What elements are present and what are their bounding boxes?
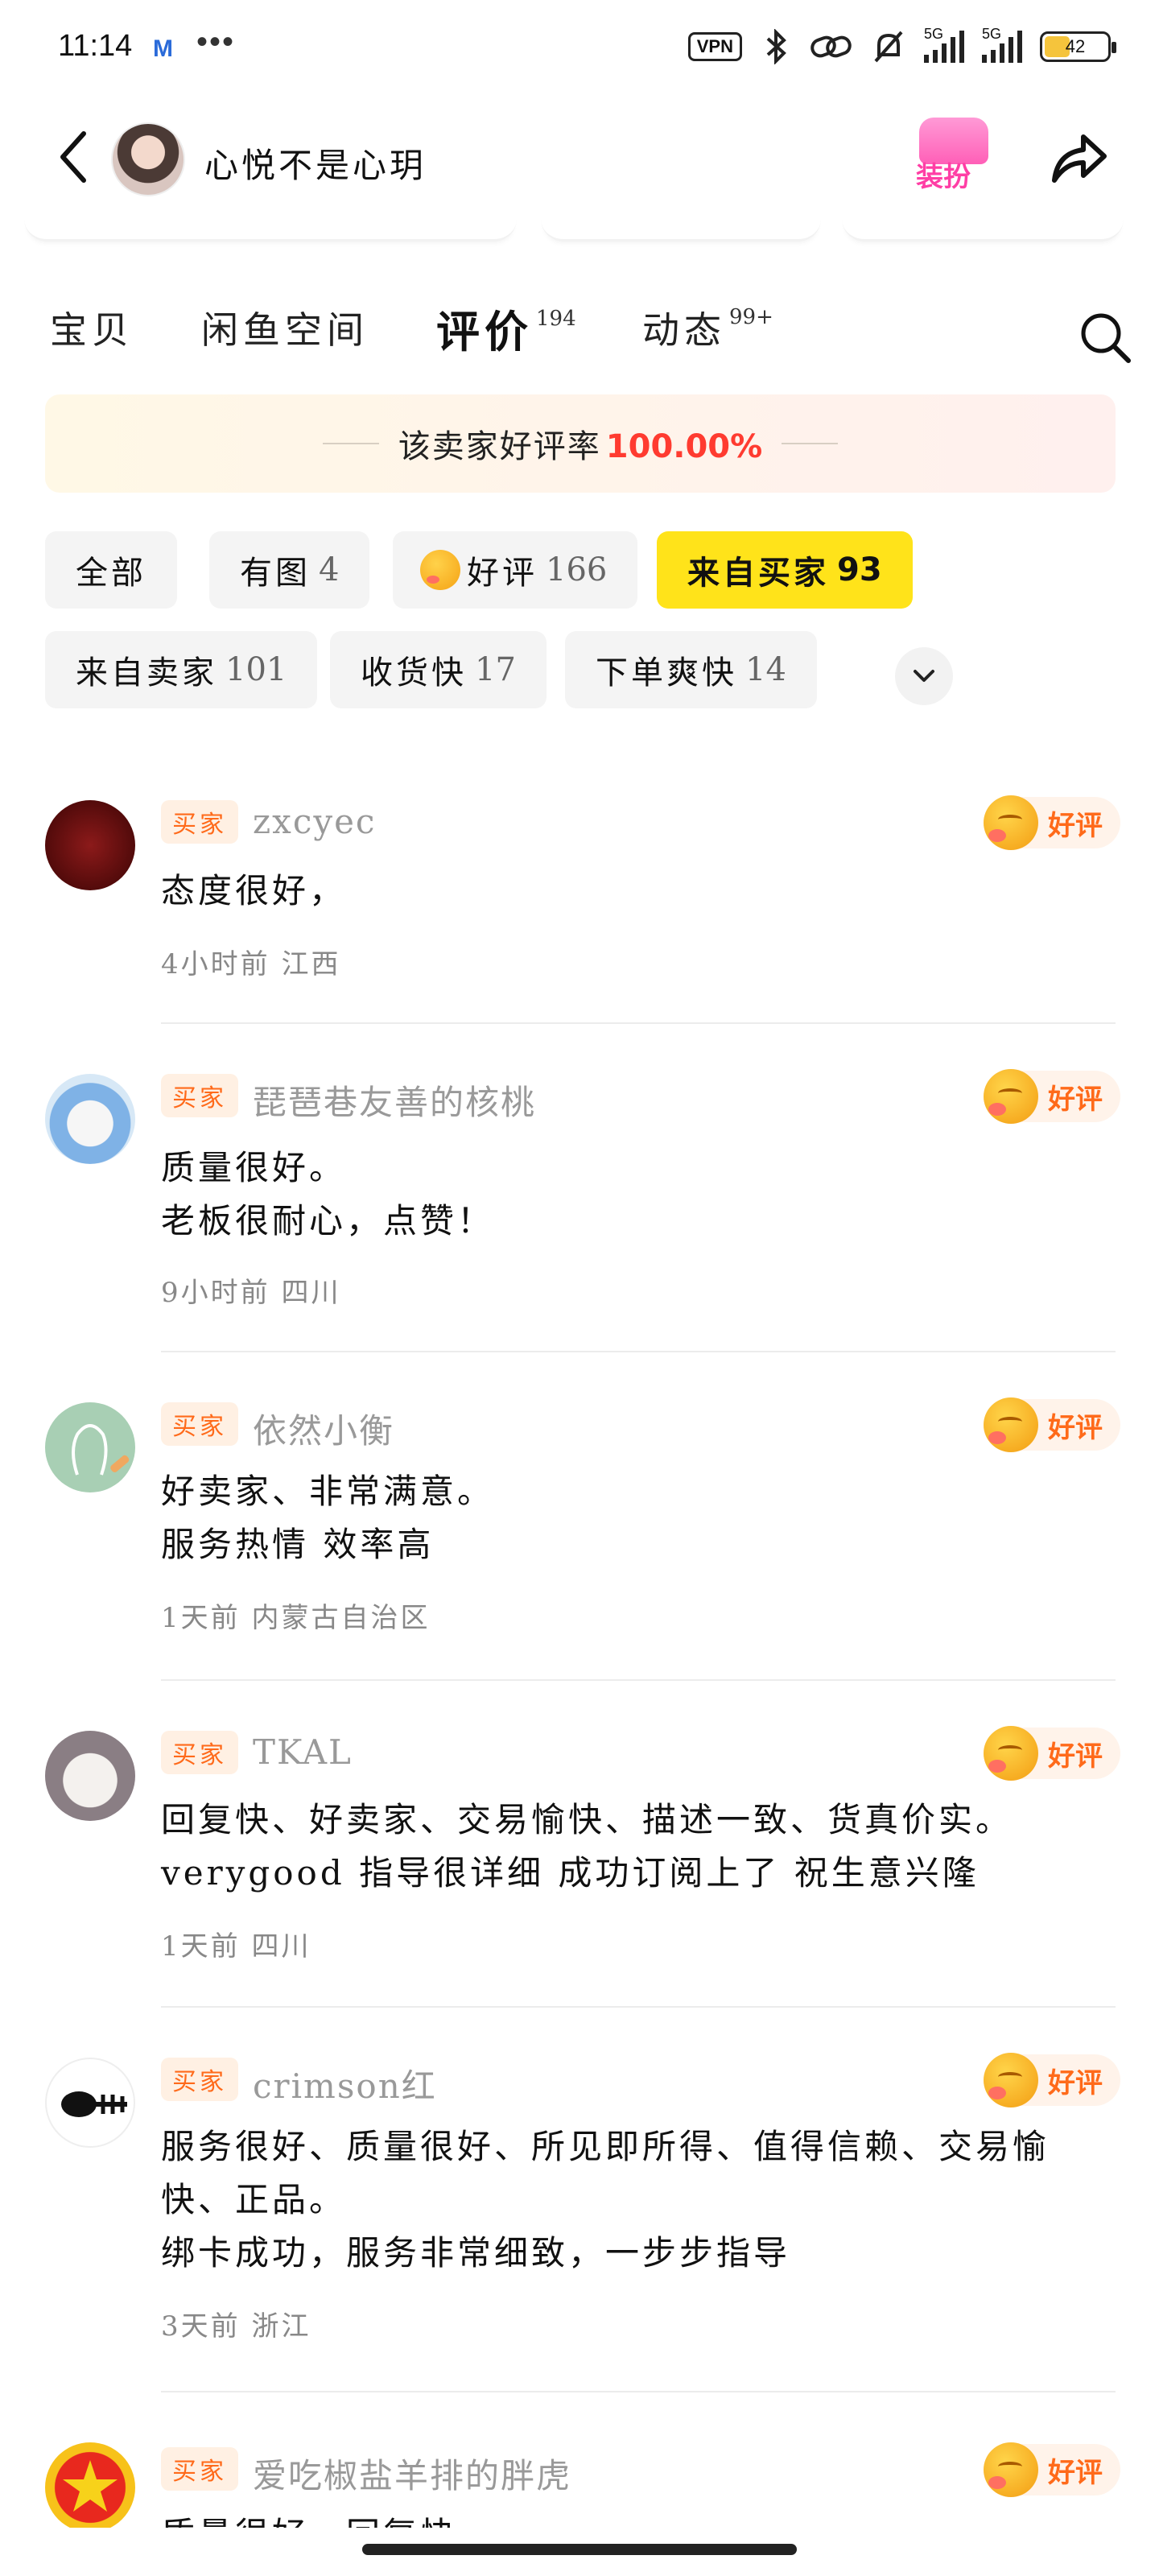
chevron-down-icon (914, 670, 934, 682)
smile-icon (984, 2442, 1038, 2497)
status-bar: 11:14 M ••• VPN 5G 5G 42 (0, 0, 1159, 97)
share-icon[interactable] (1046, 126, 1111, 190)
review-meta: 1天前 内蒙古自治区 (161, 1602, 431, 1634)
gmail-icon: M (153, 35, 173, 62)
reviewer-name[interactable]: 爱吃椒盐羊排的胖虎 (253, 2449, 571, 2498)
positive-badge: 好评 (984, 1397, 1120, 1452)
reviewer-name[interactable]: 琵琶巷友善的核桃 (253, 1075, 536, 1125)
tab-space[interactable]: 闲鱼空间 (201, 301, 369, 354)
review-meta: 1天前 四川 (161, 1930, 311, 1963)
divider (161, 1351, 1116, 1352)
buyer-tag: 买家 (161, 2058, 238, 2101)
divider (161, 2391, 1116, 2392)
review-text: 态度很好， (161, 871, 347, 910)
mute-bell-icon (874, 31, 903, 63)
review-text: 质量很好、回复快 (161, 2508, 1127, 2528)
reviewer-name[interactable]: TKAL (253, 1732, 353, 1772)
buyer-tag: 买家 (161, 2447, 238, 2491)
reviewer-avatar[interactable] (45, 1402, 135, 1492)
divider (161, 1022, 1116, 1024)
reviewer-name[interactable]: zxcyec (253, 802, 376, 841)
link-icon (810, 35, 852, 58)
search-icon[interactable] (1075, 308, 1133, 365)
smile-icon (984, 795, 1038, 850)
reviewer-name[interactable]: 依然小衡 (253, 1404, 394, 1453)
status-time: 11:14 (58, 29, 133, 63)
divider (161, 2006, 1116, 2008)
filter-quick-order[interactable]: 下单爽快 14 (565, 631, 817, 708)
buyer-tag: 买家 (161, 1402, 238, 1446)
tab-activity[interactable]: 动态 99+ (642, 301, 773, 354)
reviewer-name[interactable]: crimson红 (253, 2059, 437, 2108)
review-text: 回复快、好卖家、交易愉快、描述一致、货真价实。 verygood 指导很详细 成… (161, 1800, 1013, 1893)
reviewer-avatar[interactable] (45, 800, 135, 890)
positive-badge: 好评 (984, 2053, 1120, 2107)
smile-icon (984, 2053, 1038, 2107)
positive-rate-banner: 该卖家好评率 100.00% (45, 394, 1116, 493)
more-notifications-icon: ••• (196, 24, 236, 60)
review-text: 好卖家、非常满意。 服务热情 效率高 (161, 1472, 495, 1564)
shop-name[interactable]: 心悦不是心玥 (204, 138, 427, 188)
dress-up-button[interactable]: 装扮 (909, 118, 998, 198)
filter-fast-delivery[interactable]: 收货快 17 (330, 631, 547, 708)
reviewer-avatar[interactable] (45, 1731, 135, 1821)
positive-badge: 好评 (984, 2442, 1120, 2497)
header-card-edges (0, 216, 1159, 248)
filter-all[interactable]: 全部 (45, 531, 177, 609)
bluetooth-icon (766, 29, 786, 64)
review-meta: 3天前 浙江 (161, 2310, 311, 2343)
shop-avatar[interactable] (111, 122, 185, 196)
buyer-tag: 买家 (161, 1731, 238, 1774)
tab-reviews[interactable]: 评价 194 (436, 296, 576, 360)
review-item: 买家 爱吃椒盐羊排的胖虎 好评 质量很好、回复快 (0, 2439, 1159, 2528)
battery-icon: 42 (1040, 31, 1116, 62)
filter-from-buyers[interactable]: 来自买家 93 (657, 531, 913, 609)
home-indicator[interactable] (362, 2544, 797, 2555)
positive-rate: 100.00% (605, 428, 763, 465)
filter-from-sellers[interactable]: 来自卖家 101 (45, 631, 318, 708)
signal-icon-1: 5G (924, 26, 964, 63)
shop-header: 心悦不是心玥 装扮 (0, 105, 1159, 217)
review-text: 质量很好。 老板很耐心，点赞！ (161, 1148, 495, 1241)
positive-badge: 好评 (984, 1069, 1120, 1124)
expand-filters-button[interactable] (895, 647, 953, 705)
smile-icon (420, 550, 460, 590)
buyer-tag: 买家 (161, 1074, 238, 1117)
smile-icon (984, 1069, 1038, 1124)
reviewer-avatar[interactable] (45, 2442, 135, 2528)
filter-positive[interactable]: 好评 166 (393, 531, 638, 609)
tab-items[interactable]: 宝贝 (50, 301, 134, 354)
vpn-icon: VPN (687, 32, 742, 61)
back-arrow-icon[interactable] (56, 129, 89, 185)
status-icons: VPN 5G 5G 42 (687, 26, 1116, 64)
review-text: 服务很好、质量很好、所见即所得、值得信赖、交易愉 快、正品。 绑卡成功，服务非常… (161, 2127, 1050, 2273)
reviewer-avatar[interactable] (45, 1074, 135, 1164)
smile-icon (984, 1397, 1038, 1452)
smile-icon (984, 1726, 1038, 1781)
buyer-tag: 买家 (161, 800, 238, 844)
signal-icon-2: 5G (982, 26, 1022, 63)
positive-badge: 好评 (984, 1726, 1120, 1781)
tab-bar: 宝贝 闲鱼空间 评价 194 动态 99+ (0, 290, 1159, 370)
filter-with-images[interactable]: 有图 4 (209, 531, 370, 609)
review-meta: 4小时前 江西 (161, 948, 341, 980)
review-meta: 9小时前 四川 (161, 1277, 341, 1309)
divider (161, 1679, 1116, 1681)
reviewer-avatar[interactable] (45, 2058, 135, 2148)
positive-badge: 好评 (984, 795, 1120, 850)
